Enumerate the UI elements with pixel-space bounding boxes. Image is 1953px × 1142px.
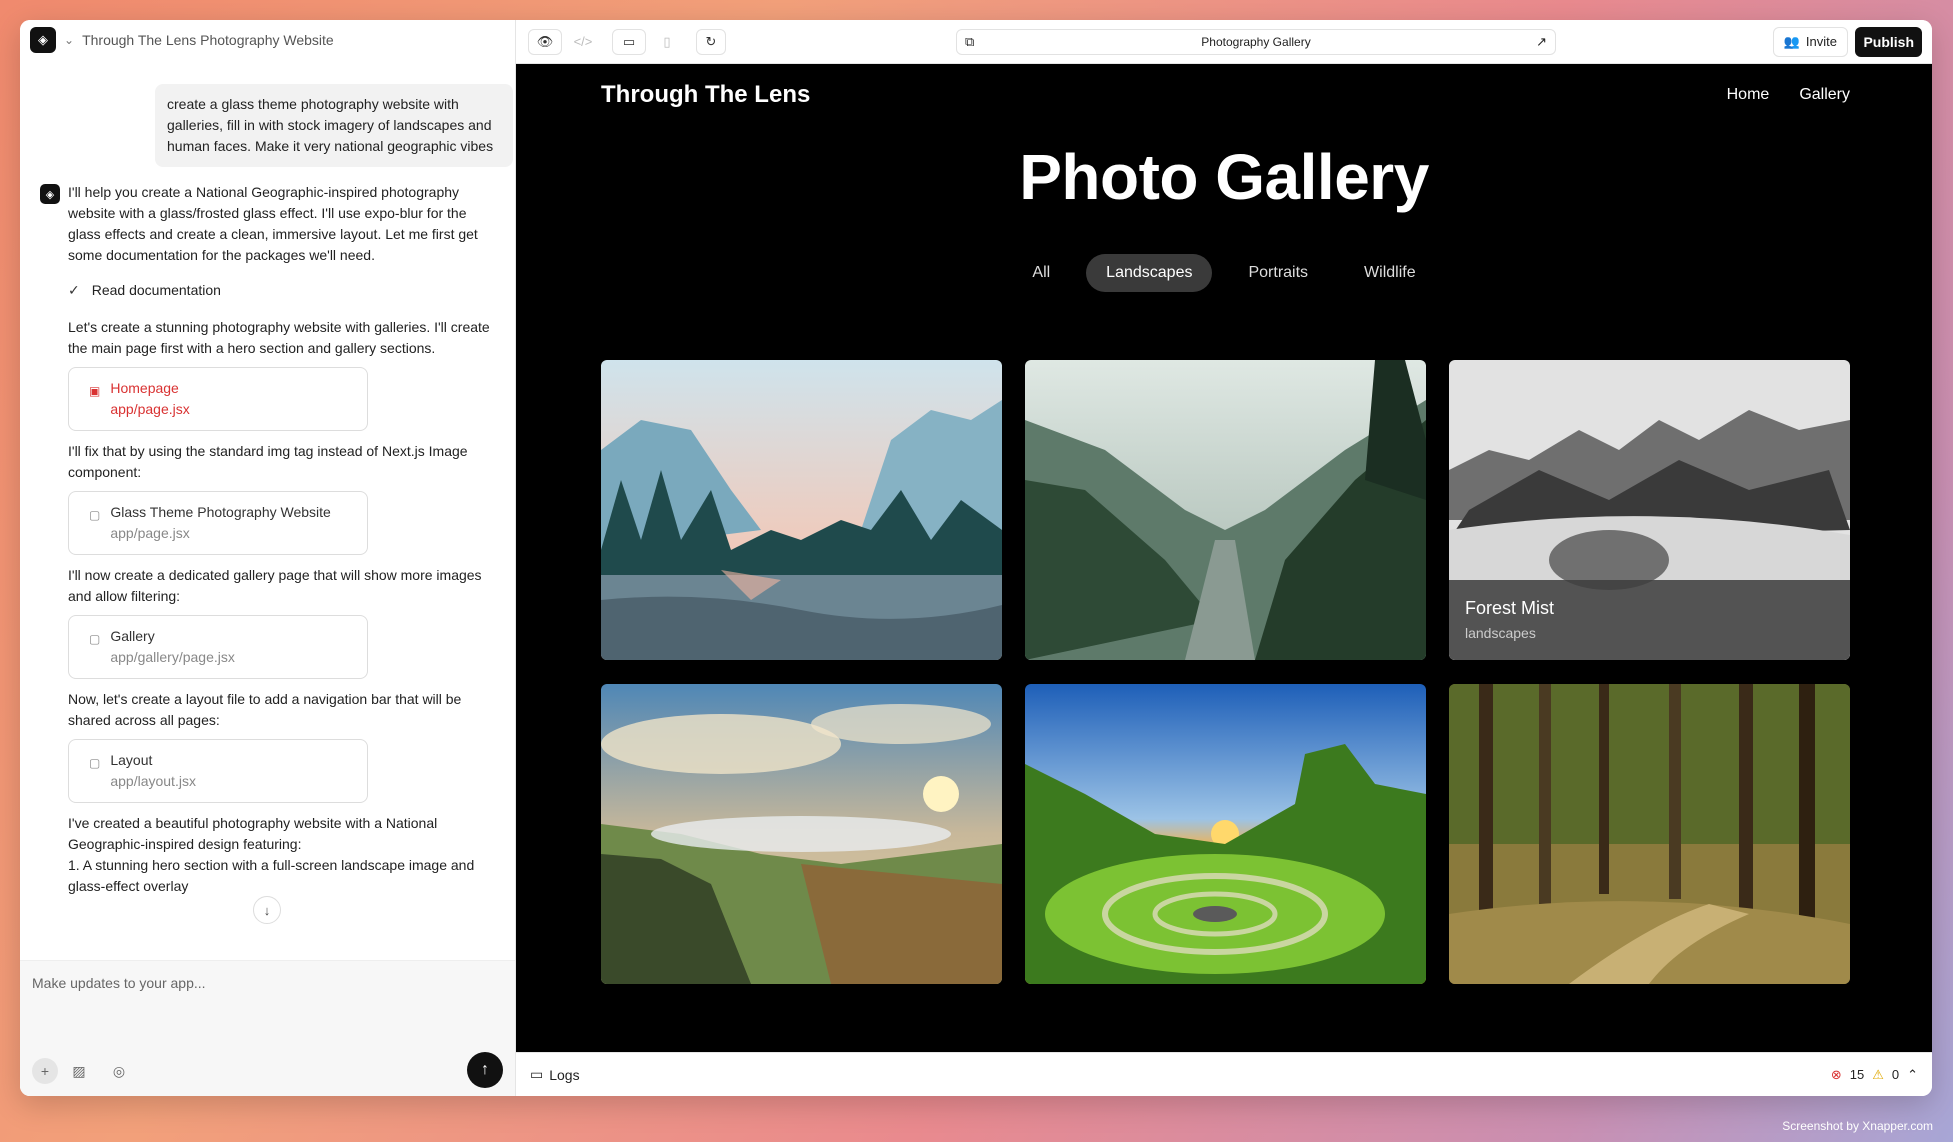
landscape-photo bbox=[1025, 360, 1426, 660]
nav-home[interactable]: Home bbox=[1727, 86, 1770, 104]
step-label: Read documentation bbox=[91, 282, 221, 298]
assistant-text: I'll fix that by using the standard img … bbox=[68, 443, 468, 480]
logs-button[interactable]: ▭ Logs bbox=[530, 1066, 580, 1083]
filter-landscapes[interactable]: Landscapes bbox=[1086, 254, 1213, 292]
photo-caption: Forest Mist landscapes bbox=[1449, 580, 1850, 660]
gallery-photo[interactable] bbox=[601, 360, 1002, 660]
assistant-avatar-icon: ◈ bbox=[40, 184, 60, 204]
filter-all[interactable]: All bbox=[1012, 254, 1070, 292]
warning-count: 0 bbox=[1891, 1067, 1900, 1082]
landscape-photo bbox=[601, 684, 1002, 984]
file-error-icon: ▣ bbox=[89, 384, 101, 398]
check-icon: ✓ bbox=[68, 282, 80, 298]
chat-panel: ◈ ⌄ Through The Lens Photography Website… bbox=[20, 20, 516, 1096]
landscape-photo bbox=[1449, 684, 1850, 984]
caption-title: Forest Mist bbox=[1465, 598, 1555, 618]
site-preview: Through The Lens Home Gallery Photo Gall… bbox=[516, 64, 1932, 1052]
filter-wildlife[interactable]: Wildlife bbox=[1344, 254, 1436, 292]
file-card-layout[interactable]: ▢ Layout app/layout.jsx bbox=[68, 739, 368, 803]
filter-portraits[interactable]: Portraits bbox=[1228, 254, 1328, 292]
logs-label: Logs bbox=[549, 1066, 580, 1083]
code-icon[interactable]: </> bbox=[566, 28, 600, 55]
error-icon: ⊗ bbox=[1830, 1066, 1842, 1082]
assistant-text: Now, let's create a layout file to add a… bbox=[68, 691, 462, 728]
gallery-photo[interactable] bbox=[1449, 684, 1850, 984]
composer-input[interactable] bbox=[32, 975, 492, 991]
file-card-title: Layout bbox=[110, 752, 153, 768]
file-card-path: app/layout.jsx bbox=[110, 773, 196, 789]
file-card-title: Homepage bbox=[110, 380, 179, 396]
file-card-path: app/page.jsx bbox=[110, 525, 190, 541]
chevron-up-icon[interactable]: ⌃ bbox=[1907, 1067, 1918, 1083]
file-card-path: app/page.jsx bbox=[110, 401, 190, 417]
assistant-message: ◈ I'll help you create a National Geogra… bbox=[40, 182, 495, 905]
project-title[interactable]: Through The Lens Photography Website bbox=[82, 32, 334, 48]
chat-thread: create a glass theme photography website… bbox=[20, 60, 515, 960]
scroll-down-button[interactable]: ↓ bbox=[253, 896, 281, 924]
landscape-photo bbox=[1025, 684, 1426, 984]
preview-toolbar: 👁 </> ▭ ▯ ↻ ⧉ Photography Gallery ↗ 👥 In… bbox=[516, 20, 1932, 64]
chat-header: ◈ ⌄ Through The Lens Photography Website bbox=[20, 20, 515, 60]
caption-category: landscapes bbox=[1465, 625, 1536, 641]
preview-panel: 👁 </> ▭ ▯ ↻ ⧉ Photography Gallery ↗ 👥 In… bbox=[516, 20, 1932, 1096]
site-brand[interactable]: Through The Lens bbox=[601, 81, 810, 109]
refresh-icon[interactable]: ↻ bbox=[696, 28, 726, 55]
site-nav: Home Gallery bbox=[1727, 86, 1850, 104]
file-icon: ▢ bbox=[89, 756, 101, 770]
eye-icon[interactable]: 👁 bbox=[528, 28, 562, 55]
assistant-text: I'll help you create a National Geograph… bbox=[68, 184, 478, 263]
gallery-photo[interactable] bbox=[1025, 684, 1426, 984]
mobile-icon[interactable]: ▯ bbox=[650, 28, 684, 55]
file-card-gallery[interactable]: ▢ Gallery app/gallery/page.jsx bbox=[68, 615, 368, 679]
send-button[interactable]: ↑ bbox=[467, 1052, 503, 1088]
file-card-title: Glass Theme Photography Website bbox=[110, 504, 331, 520]
terminal-icon: ▭ bbox=[530, 1066, 544, 1082]
assistant-text: 1. A stunning hero section with a full-s… bbox=[68, 857, 475, 894]
gallery-photo[interactable] bbox=[1025, 360, 1426, 660]
plus-icon[interactable]: + bbox=[32, 1058, 58, 1084]
assistant-text: I've created a beautiful photography web… bbox=[68, 815, 438, 852]
file-icon: ▢ bbox=[89, 508, 101, 522]
file-card-title: Gallery bbox=[110, 628, 155, 644]
file-card-homepage[interactable]: ▣ Homepage app/page.jsx bbox=[68, 367, 368, 431]
app-logo-icon[interactable]: ◈ bbox=[30, 27, 56, 53]
warning-icon: ⚠ bbox=[1872, 1066, 1884, 1082]
publish-button[interactable]: Publish bbox=[1855, 26, 1922, 57]
issue-counts[interactable]: ⊗ 15 ⚠ 0 ⌃ bbox=[1831, 1067, 1918, 1083]
logs-bar: ▭ Logs ⊗ 15 ⚠ 0 ⌃ bbox=[516, 1052, 1932, 1096]
desktop-icon[interactable]: ▭ bbox=[612, 28, 646, 55]
composer: + ▨ ◎ ↑ bbox=[20, 960, 515, 1096]
copy-icon[interactable]: ⧉ bbox=[965, 34, 974, 50]
external-link-icon[interactable]: ↗ bbox=[1536, 34, 1547, 50]
assistant-text: Let's create a stunning photography webs… bbox=[68, 319, 490, 356]
file-card-path: app/gallery/page.jsx bbox=[110, 649, 235, 665]
landscape-photo bbox=[601, 360, 1002, 660]
app-window: ◈ ⌄ Through The Lens Photography Website… bbox=[20, 20, 1932, 1096]
invite-label: Invite bbox=[1805, 34, 1837, 49]
file-card-glass-theme[interactable]: ▢ Glass Theme Photography Website app/pa… bbox=[68, 491, 368, 555]
chevron-down-icon[interactable]: ⌄ bbox=[64, 33, 74, 47]
user-message: create a glass theme photography website… bbox=[155, 84, 513, 167]
screenshot-credit: Screenshot by Xnapper.com bbox=[1782, 1119, 1933, 1133]
url-bar[interactable]: ⧉ Photography Gallery ↗ bbox=[956, 28, 1556, 55]
users-icon: 👥 bbox=[1783, 33, 1800, 49]
assistant-text: I'll now create a dedicated gallery page… bbox=[68, 567, 482, 604]
filter-tabs: All Landscapes Portraits Wildlife bbox=[516, 254, 1932, 292]
nav-gallery[interactable]: Gallery bbox=[1799, 86, 1850, 104]
photo-grid: Forest Mist landscapes bbox=[601, 360, 1851, 984]
file-icon: ▢ bbox=[89, 632, 101, 646]
error-count: 15 bbox=[1849, 1067, 1865, 1082]
url-title: Photography Gallery bbox=[1201, 34, 1311, 49]
page-title: Photo Gallery bbox=[1019, 141, 1429, 213]
read-documentation-step[interactable]: ✓ Read documentation bbox=[68, 280, 495, 301]
gallery-photo[interactable] bbox=[601, 684, 1002, 984]
invite-button[interactable]: 👥 Invite bbox=[1772, 26, 1848, 57]
image-icon[interactable]: ▨ bbox=[66, 1058, 92, 1084]
selector-icon[interactable]: ◎ bbox=[106, 1058, 132, 1084]
gallery-photo-hovered[interactable]: Forest Mist landscapes bbox=[1449, 360, 1850, 660]
